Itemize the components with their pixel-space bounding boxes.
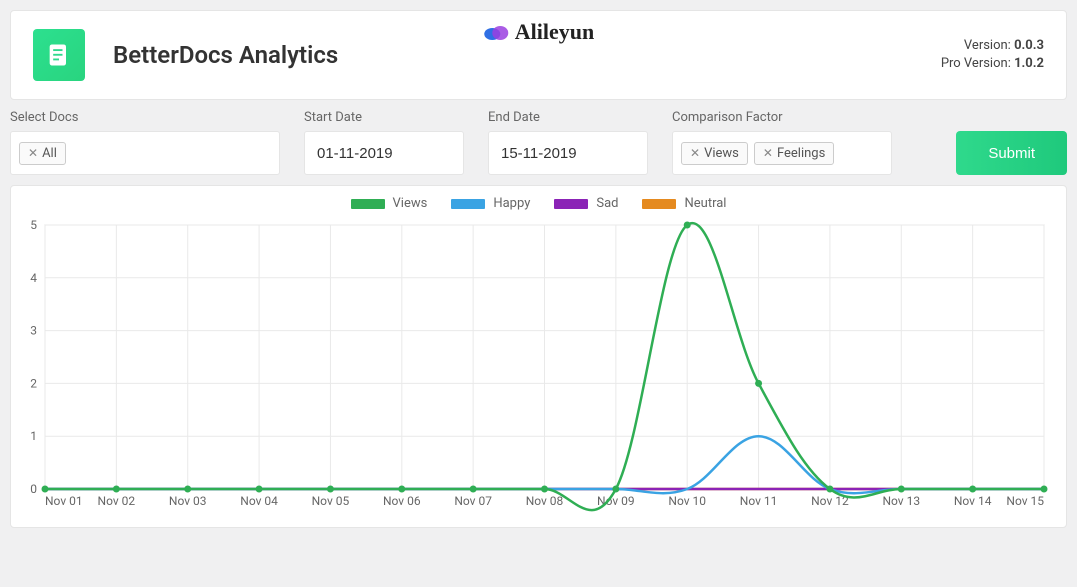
comparison-input[interactable]: ✕Views ✕Feelings <box>672 131 892 175</box>
version-info: Version: 0.0.3 Pro Version: 1.0.2 <box>941 37 1044 73</box>
analytics-chart: 0 1 2 3 4 5 Nov 01 Nov 02 Nov 03 Nov 04 Nov 05 Nov … <box>21 217 1054 517</box>
filter-bar: Select Docs ✕All Start Date End Date Com… <box>0 110 1077 185</box>
legend-item[interactable]: Neutral <box>642 196 726 211</box>
header: BetterDocs Analytics Alileyun Version: 0… <box>10 10 1067 100</box>
legend-swatch <box>554 199 588 209</box>
comparison-label: Comparison Factor <box>672 110 892 125</box>
legend-item[interactable]: Sad <box>554 196 618 211</box>
end-date-label: End Date <box>488 110 648 125</box>
svg-text:Nov 14: Nov 14 <box>954 494 992 508</box>
legend-swatch <box>451 199 485 209</box>
brand-cloud-icon <box>483 22 509 42</box>
svg-text:3: 3 <box>30 324 37 338</box>
submit-button[interactable]: Submit <box>956 131 1067 175</box>
legend-swatch <box>351 199 385 209</box>
legend-item[interactable]: Views <box>351 196 428 211</box>
legend-label: Happy <box>493 196 530 211</box>
svg-text:Nov 10: Nov 10 <box>668 494 706 508</box>
legend-label: Neutral <box>684 196 726 211</box>
svg-text:Nov 15: Nov 15 <box>1006 494 1044 508</box>
legend-label: Views <box>393 196 428 211</box>
remove-tag-icon[interactable]: ✕ <box>763 146 773 160</box>
legend-label: Sad <box>596 196 618 211</box>
remove-tag-icon[interactable]: ✕ <box>28 146 38 160</box>
svg-text:Nov 04: Nov 04 <box>240 494 278 508</box>
svg-text:Nov 08: Nov 08 <box>526 494 564 508</box>
svg-text:Nov 06: Nov 06 <box>383 494 421 508</box>
svg-text:Nov 03: Nov 03 <box>169 494 207 508</box>
svg-text:5: 5 <box>30 218 37 232</box>
end-date-input[interactable] <box>488 131 648 175</box>
svg-text:Nov 11: Nov 11 <box>740 494 778 508</box>
svg-text:Nov 02: Nov 02 <box>98 494 136 508</box>
chart-legend: Views Happy Sad Neutral <box>21 196 1056 211</box>
svg-text:Nov 05: Nov 05 <box>312 494 350 508</box>
svg-text:Nov 07: Nov 07 <box>454 494 492 508</box>
svg-text:2: 2 <box>30 376 37 390</box>
select-docs-tag[interactable]: ✕All <box>19 142 66 165</box>
svg-text:Nov 01: Nov 01 <box>45 494 83 508</box>
start-date-label: Start Date <box>304 110 464 125</box>
brand-label: Alileyun <box>483 19 594 45</box>
legend-swatch <box>642 199 676 209</box>
chart-container: Views Happy Sad Neutral 0 1 2 3 4 5 Nov 01 Nov 02 N… <box>10 185 1067 528</box>
comparison-tag[interactable]: ✕Feelings <box>754 142 834 165</box>
legend-item[interactable]: Happy <box>451 196 530 211</box>
start-date-input[interactable] <box>304 131 464 175</box>
select-docs-label: Select Docs <box>10 110 280 125</box>
comparison-tag[interactable]: ✕Views <box>681 142 748 165</box>
svg-text:4: 4 <box>30 271 37 285</box>
remove-tag-icon[interactable]: ✕ <box>690 146 700 160</box>
svg-text:1: 1 <box>30 429 37 443</box>
select-docs-input[interactable]: ✕All <box>10 131 280 175</box>
app-logo-icon <box>33 29 85 81</box>
svg-text:Nov 13: Nov 13 <box>882 494 920 508</box>
page-title: BetterDocs Analytics <box>113 41 338 69</box>
svg-text:0: 0 <box>30 482 37 496</box>
